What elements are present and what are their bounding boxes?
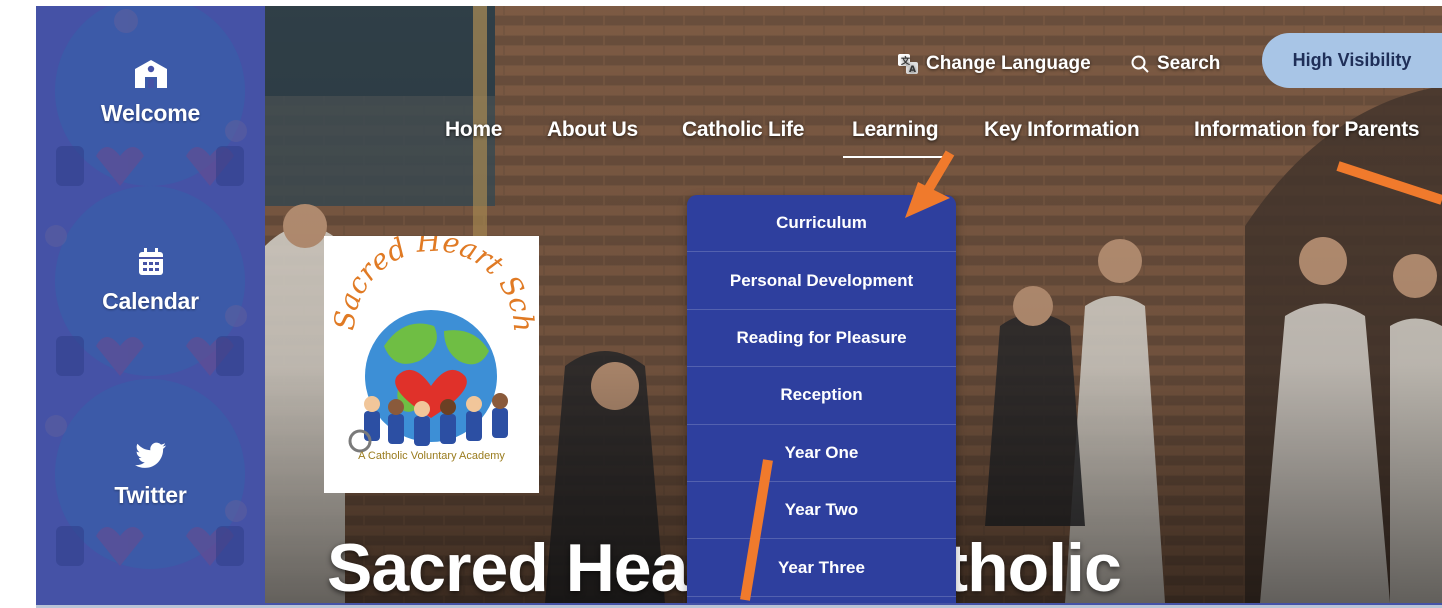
menu-item-year-three[interactable]: Year Three [687, 539, 956, 597]
logo-tagline: A Catholic Voluntary Academy [358, 450, 505, 462]
search-link[interactable]: Search [1131, 42, 1220, 86]
search-icon [1131, 55, 1149, 73]
page-bottom-border [36, 603, 1442, 605]
nav-learning[interactable]: Learning [852, 118, 939, 142]
twitter-icon [134, 436, 167, 476]
main-nav: Home About Us Catholic Life Learning Key… [265, 118, 1442, 158]
menu-item-curriculum[interactable]: Curriculum [687, 195, 956, 253]
window-left-edge [0, 0, 36, 608]
high-visibility-button[interactable]: High Visibility [1262, 33, 1442, 88]
calendar-icon [138, 242, 164, 282]
sidebar-item-label: Twitter [114, 482, 187, 508]
school-logo[interactable]: Sacred Heart School [316, 210, 540, 493]
nav-information-for-parents[interactable]: Information for Parents [1194, 118, 1420, 142]
menu-item-year-one[interactable]: Year One [687, 425, 956, 482]
sidebar-item-calendar[interactable]: Calendar [36, 242, 265, 392]
menu-item-year-two[interactable]: Year Two [687, 482, 956, 540]
sidebar-item-twitter[interactable]: Twitter [36, 436, 265, 586]
nav-about-us[interactable]: About Us [547, 118, 638, 142]
menu-item-reading-for-pleasure[interactable]: Reading for Pleasure [687, 310, 956, 368]
sidebar-item-label: Welcome [100, 100, 201, 126]
nav-active-underline [843, 156, 947, 158]
nav-home[interactable]: Home [445, 118, 502, 142]
school-icon [134, 54, 168, 94]
nav-key-information[interactable]: Key Information [984, 118, 1140, 142]
translate-icon: 文 A [898, 54, 918, 74]
menu-item-reception[interactable]: Reception [687, 367, 956, 425]
quick-links-sidebar: Welcome Calendar Twitter [36, 6, 265, 608]
nav-catholic-life[interactable]: Catholic Life [682, 118, 804, 142]
sidebar-item-welcome[interactable]: Welcome [36, 54, 265, 204]
search-label: Search [1157, 53, 1221, 74]
change-language-link[interactable]: 文 A Change Language [898, 42, 1091, 86]
menu-item-personal-development[interactable]: Personal Development [687, 252, 956, 310]
sidebar-item-label: Calendar [102, 288, 199, 314]
svg-text:A: A [909, 65, 916, 74]
change-language-label: Change Language [926, 53, 1091, 74]
learning-dropdown-menu: Curriculum Personal Development Reading … [687, 195, 956, 604]
